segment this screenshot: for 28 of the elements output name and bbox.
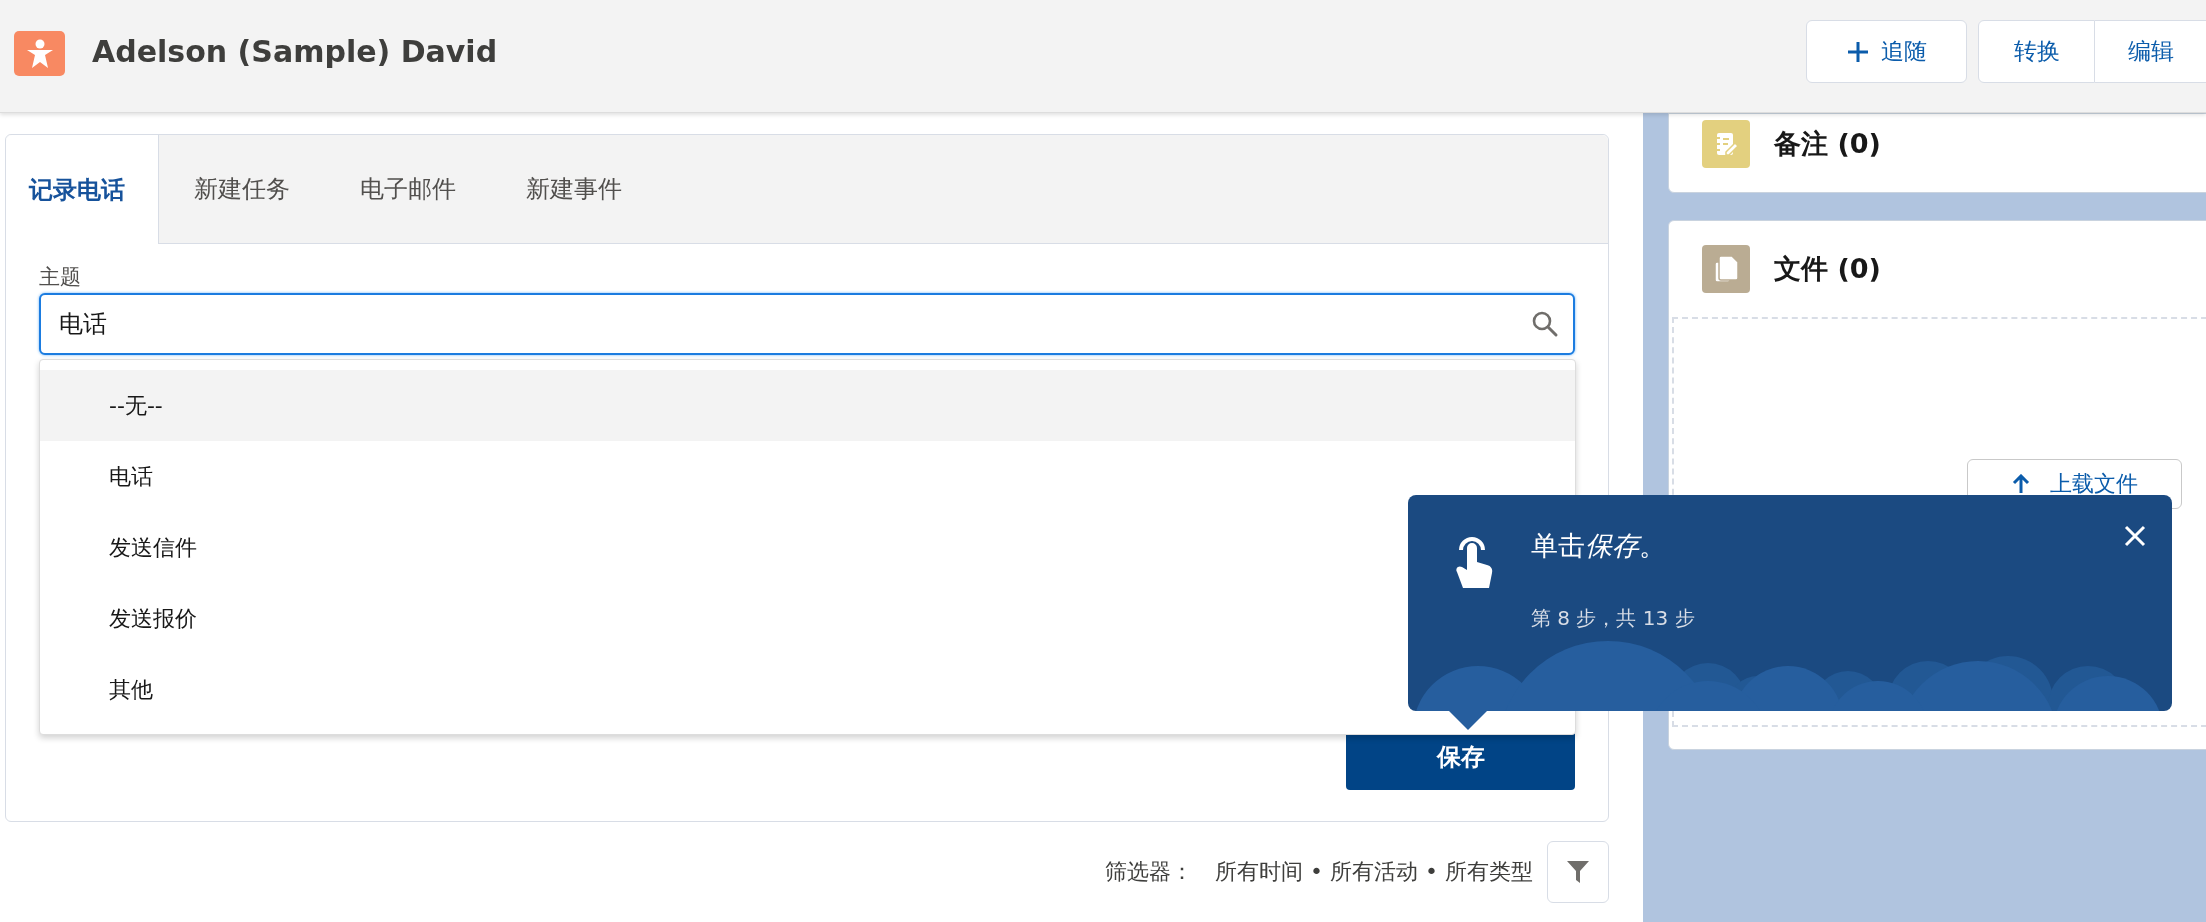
record-title: Adelson (Sample) David (92, 34, 499, 69)
filter-label: 筛选器： (1105, 858, 1194, 886)
tab[interactable]: 记录电话 (6, 135, 159, 244)
tab[interactable]: 新建事件 (491, 135, 657, 243)
filter-icon (1566, 859, 1590, 885)
close-icon (2124, 525, 2146, 547)
card-title: 文件 (0) (1774, 252, 1881, 286)
dropdown-option[interactable]: --无-- (40, 370, 1575, 441)
files-icon (1702, 245, 1750, 293)
dropdown-option[interactable]: 电话 (40, 441, 1575, 512)
tab[interactable]: 电子邮件 (325, 135, 491, 243)
note-icon (1702, 120, 1750, 168)
search-icon (1531, 310, 1559, 338)
popover-title: 单击保存。 (1531, 529, 1666, 563)
popover-pointer-icon (1448, 710, 1488, 730)
card-title: 备注 (0) (1774, 127, 1881, 161)
header-action-button[interactable]: 转换 (1978, 20, 2095, 83)
step-counter: 第 8 步，共 13 步 (1531, 605, 1695, 632)
filter-summary: 所有时间 • 所有活动 • 所有类型 (1215, 858, 1533, 886)
person-icon (14, 31, 65, 76)
upload-icon (2011, 474, 2030, 494)
follow-button[interactable]: 追随 (1806, 20, 1967, 83)
filter-button[interactable] (1547, 841, 1609, 903)
subject-field[interactable]: 电话 (39, 293, 1575, 355)
plus-icon (1846, 40, 1869, 63)
field-label: 主题 (39, 264, 82, 291)
header-action-button[interactable]: 编辑 (2095, 20, 2206, 83)
tab[interactable]: 新建任务 (159, 135, 325, 243)
